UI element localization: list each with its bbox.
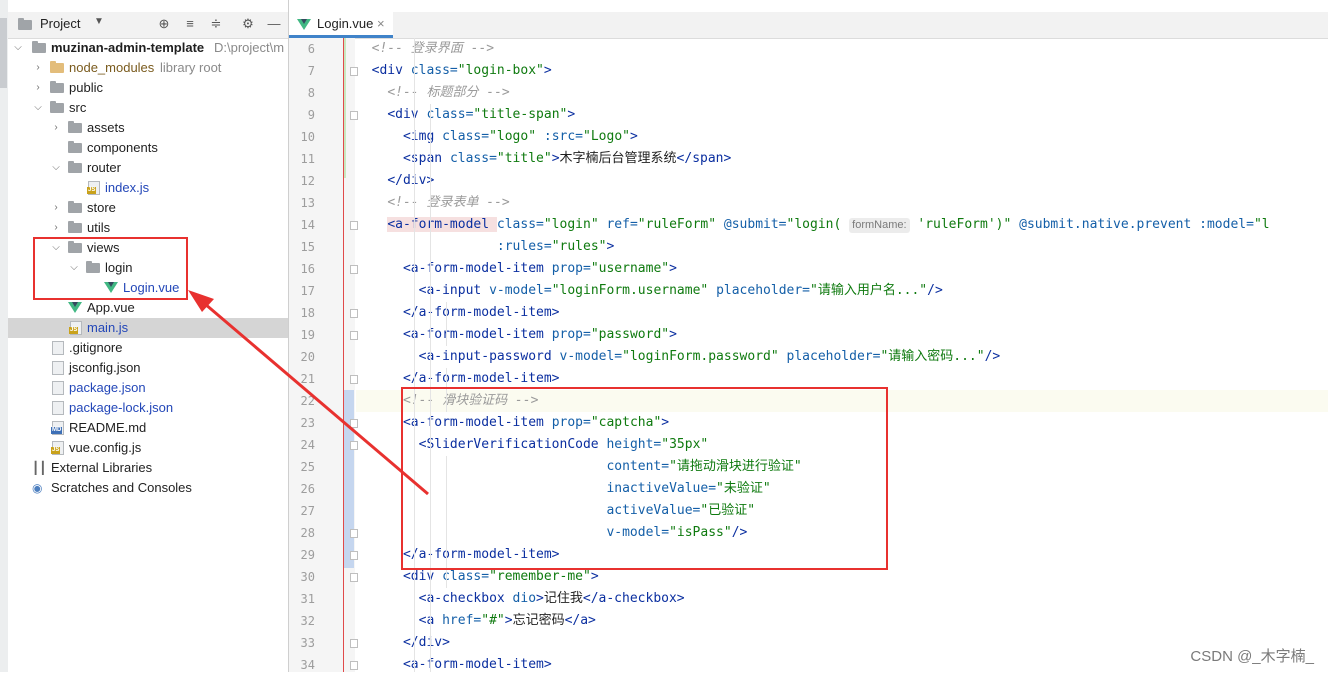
watermark: CSDN @_木字楠_ — [1190, 648, 1314, 665]
arrow-shaft — [197, 296, 429, 496]
annotation-arrow — [188, 290, 429, 496]
